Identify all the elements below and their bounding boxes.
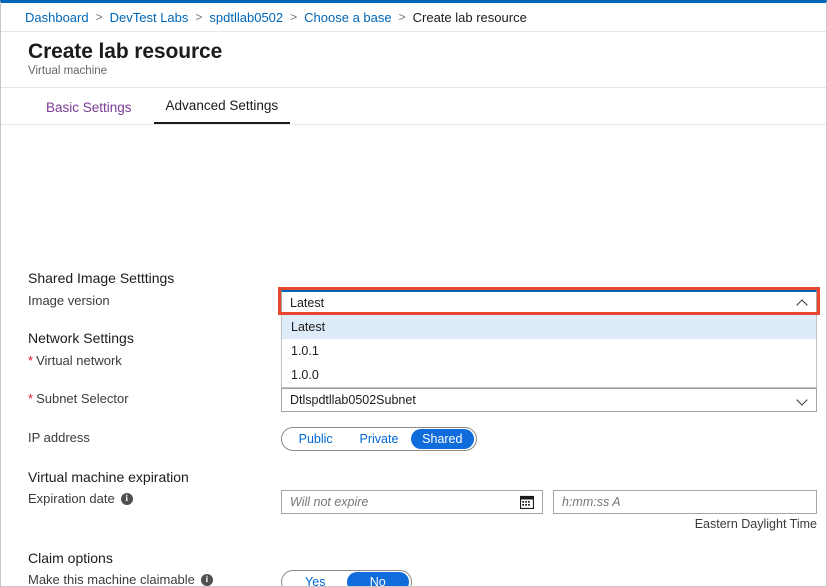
- page-title: Create lab resource: [28, 40, 223, 63]
- section-title-network-settings: Network Settings: [28, 330, 134, 346]
- expiration-time-placeholder: h:mm:ss A: [562, 495, 621, 509]
- tab-advanced-settings[interactable]: Advanced Settings: [153, 98, 291, 124]
- subnet-selector-value: Dtlspdtllab0502Subnet: [290, 393, 416, 407]
- ip-option-public[interactable]: Public: [284, 429, 347, 449]
- row-ip-address: IP address: [28, 430, 90, 445]
- dropdown-option-latest[interactable]: Latest: [282, 315, 816, 339]
- timezone-note: Eastern Daylight Time: [694, 517, 817, 531]
- tab-bar: Basic Settings Advanced Settings: [1, 88, 826, 124]
- image-version-label: Image version: [28, 293, 110, 308]
- breadcrumb: Dashboard > DevTest Labs > spdtllab0502 …: [1, 3, 826, 31]
- tab-basic-settings[interactable]: Basic Settings: [34, 100, 144, 124]
- breadcrumb-separator: >: [290, 10, 298, 24]
- claimable-toggle-group[interactable]: Yes No: [281, 570, 412, 586]
- breadcrumb-separator: >: [95, 10, 103, 24]
- section-title-claim-options: Claim options: [28, 550, 113, 566]
- info-icon[interactable]: i: [120, 492, 133, 505]
- required-indicator: *: [28, 353, 34, 368]
- subnet-selector-select[interactable]: Dtlspdtllab0502Subnet: [281, 388, 817, 412]
- breadcrumb-item-current: Create lab resource: [412, 9, 527, 25]
- page-subtitle: Virtual machine: [28, 65, 108, 77]
- make-claimable-label: Make this machine claimable: [28, 572, 195, 587]
- ip-option-private[interactable]: Private: [347, 429, 410, 449]
- breadcrumb-separator: >: [398, 10, 406, 24]
- ip-address-toggle-group[interactable]: Public Private Shared: [281, 427, 477, 451]
- expiration-date-input[interactable]: Will not expire: [281, 490, 543, 514]
- row-virtual-network: * Virtual network: [28, 353, 122, 368]
- claimable-option-yes[interactable]: Yes: [284, 572, 347, 586]
- row-image-version: Image version: [28, 293, 110, 308]
- row-expiration-date: Expiration date i: [28, 491, 133, 506]
- breadcrumb-item-devtest-labs[interactable]: DevTest Labs: [110, 10, 189, 25]
- claimable-option-no[interactable]: No: [346, 572, 409, 586]
- breadcrumb-separator: >: [195, 10, 203, 24]
- dropdown-option-1-0-1[interactable]: 1.0.1: [282, 339, 816, 363]
- ip-address-label: IP address: [28, 430, 90, 445]
- info-icon[interactable]: i: [200, 573, 213, 586]
- expiration-time-input[interactable]: h:mm:ss A: [553, 490, 817, 514]
- expiration-date-label: Expiration date: [28, 491, 115, 506]
- subnet-selector-label: Subnet Selector: [36, 391, 129, 406]
- ip-option-shared[interactable]: Shared: [410, 429, 474, 449]
- section-title-vm-expiration: Virtual machine expiration: [28, 469, 189, 485]
- create-lab-resource-page: Dashboard > DevTest Labs > spdtllab0502 …: [0, 0, 827, 587]
- image-version-dropdown-list[interactable]: Latest 1.0.1 1.0.0: [281, 315, 817, 388]
- breadcrumb-item-dashboard[interactable]: Dashboard: [25, 10, 89, 25]
- row-subnet-selector: * Subnet Selector: [28, 391, 129, 406]
- image-version-value: Latest: [290, 295, 325, 310]
- required-indicator: *: [28, 391, 34, 406]
- calendar-icon[interactable]: [520, 495, 534, 509]
- image-version-select[interactable]: Latest: [281, 290, 817, 314]
- breadcrumb-item-spdtllab0502[interactable]: spdtllab0502: [209, 10, 283, 25]
- virtual-network-label: Virtual network: [36, 353, 122, 368]
- section-title-shared-image-settings: Shared Image Setttings: [28, 270, 175, 286]
- breadcrumb-item-choose-a-base[interactable]: Choose a base: [304, 10, 391, 25]
- tab-bar-divider: [1, 124, 826, 125]
- dropdown-option-1-0-0[interactable]: 1.0.0: [282, 363, 816, 387]
- chevron-down-icon[interactable]: [798, 395, 808, 405]
- chevron-up-icon[interactable]: [798, 298, 808, 308]
- page-header: Create lab resource Virtual machine: [1, 31, 826, 88]
- row-make-claimable: Make this machine claimable i: [28, 572, 213, 587]
- expiration-date-placeholder: Will not expire: [290, 495, 369, 509]
